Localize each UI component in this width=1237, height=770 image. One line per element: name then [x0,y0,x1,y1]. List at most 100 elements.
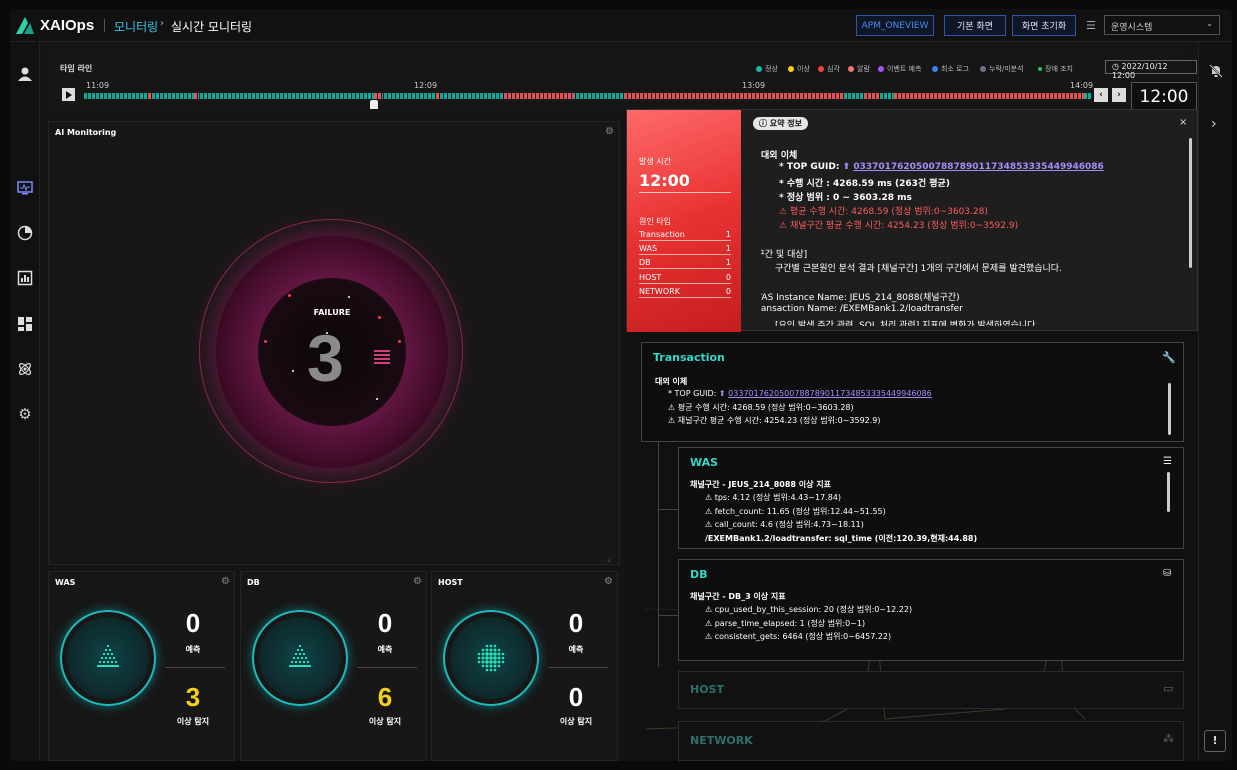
dashboard-icon[interactable] [17,316,33,332]
legend-dot [878,66,884,72]
guid-line: * TOP GUID: ⬆ 03370176205007887890117348… [779,162,1104,172]
timeline-panel: 타임 라인 정상 이상 심각 알람 이벤트 예측 최소 로그 누락/미분석 장애… [48,49,1197,117]
failure-orb[interactable]: FAILURE 3 [199,219,463,483]
right-rail: › ! [1198,42,1232,761]
box-title: NETWORK [690,734,753,747]
logo[interactable]: XAIOps [16,17,94,34]
gear-icon[interactable]: ⚙ [605,126,614,137]
connector-line [658,509,678,510]
db-card[interactable]: DB ⚙ 0 예측 6 이상 탐지 [240,571,427,761]
was-heading: 채널구간 - JEUS_214_8088 이상 지표 [690,480,832,489]
legend-label: 알람 [857,65,870,73]
warning-text: tps: 4.12 (정상 범위:4.43~17.84) [714,493,842,502]
database-icon[interactable]: ⛁ [1163,568,1171,579]
top-bar: XAIOps 모니터링 › 실시간 모니터링 APM_ONEVIEW 기본 화면… [10,9,1232,42]
play-button[interactable] [62,88,75,101]
atom-icon[interactable] [17,361,33,377]
next-arrow-icon[interactable]: › [1112,88,1126,102]
warning-text: 평균 수행 시간: 4268.59 (정상 범위:0~3603.28) [677,403,854,412]
exec-time: * 수행 시간 : 4268.59 ms (263건 평균) [779,179,950,189]
timeline-tick: 12:09 [414,81,438,90]
orb-dot [326,332,328,334]
warning-line: ⚠ 채널구간 평균 수행 시간: 4254.23 (정상 범위:0~3592.9… [668,415,881,426]
legend-label: 이상 [797,65,810,73]
was-card[interactable]: WAS ⚙ 0 예측 3 이상 탐지 [48,571,235,761]
cause-row[interactable]: WAS 1 [639,244,731,255]
timeline-tick: 14:09 [1070,81,1094,90]
list-icon[interactable]: ☰ [1086,19,1096,32]
card-title: WAS [55,578,76,587]
panel-title: AI Monitoring [55,128,117,137]
warning-line: ⚠ 평균 수행 시간: 4268.59 (정상 범위:0~3603.28) [668,402,854,413]
warning-text: 평균 수행 시간: 4268.59 (정상 범위:0~3603.28) [789,207,988,217]
gear-icon[interactable]: ⚙ [413,576,422,587]
summary-heading: 대외 이체 [761,151,798,161]
was-instance: WAS Instance Name: JEUS_214_8088(채널구간) [761,293,960,303]
transaction-name: Transaction Name: /EXEMBank1.2/loadtrans… [761,304,963,314]
was-box[interactable]: WAS ☰ 채널구간 - JEUS_214_8088 이상 지표 ⚠ tps: … [678,447,1184,549]
cause-row[interactable]: NETWORK 0 [639,287,731,298]
cause-count: 1 [725,244,731,253]
reset-screen-button[interactable]: 화면 초기화 [1012,15,1076,36]
network-box[interactable]: NETWORK ⁂ [678,721,1184,761]
chevron-right-icon[interactable]: › [1211,116,1217,132]
gear-icon[interactable]: ⚙ [604,576,613,587]
close-icon[interactable]: × [1179,117,1187,128]
wrench-icon[interactable]: 🔧 [1162,351,1176,364]
default-screen-button[interactable]: 기본 화면 [944,15,1006,36]
monitor-icon[interactable]: ▭ [1163,682,1173,695]
db-box[interactable]: DB ⛁ 채널구간 - DB_3 이상 지표 ⚠ cpu_used_by_thi… [678,559,1184,661]
bar-chart-icon[interactable] [17,270,33,286]
cause-row[interactable]: Transaction 1 [639,230,731,241]
scrollbar[interactable] [1167,472,1170,512]
orb-dot [288,294,291,297]
divider [357,667,417,668]
gear-icon[interactable]: ⚙ [17,406,33,422]
warning-line: ⚠ parse_time_elapsed: 1 (정상 범위:0~1) [705,618,865,629]
anomaly-label: 이상 탐지 [559,717,593,726]
divider [548,667,608,668]
anomaly-count: 6 [377,682,393,712]
warning-line: ⚠ fetch_count: 11.65 (정상 범위:12.44~51.55) [705,506,886,517]
scrollbar[interactable] [1168,383,1171,435]
timeline-bar[interactable] [84,93,1092,99]
gear-icon[interactable]: ⚙ [221,576,230,587]
pie-chart-icon[interactable] [17,225,33,241]
timeline-cursor[interactable] [370,100,378,109]
bell-off-icon[interactable] [1209,64,1223,78]
legend-dot [980,66,986,72]
chevron-right-icon: › [160,18,164,29]
box-title: WAS [690,456,719,469]
cause-row[interactable]: DB 1 [639,258,731,269]
warning-icon: ⚠ [705,632,713,641]
resize-handle[interactable]: ⌟ [607,554,611,563]
network-icon[interactable]: ⁂ [1163,732,1174,745]
warning-icon: ⚠ [705,520,713,529]
ring-core [450,617,532,699]
transaction-box[interactable]: Transaction 🔧 대외 이체 * TOP GUID: ⬆ 033701… [641,342,1184,442]
date-picker[interactable]: ◷ 2022/10/12 12:00 [1105,60,1197,80]
server-icon[interactable]: ☰ [1163,456,1172,467]
occurrence-time-label: 발생 시간 [639,157,671,166]
host-card[interactable]: HOST ⚙ 0 예측 0 이상 탐지 [431,571,618,761]
guid-link[interactable]: 0337017620500788789011734853335449946086 [853,162,1104,172]
monitor-icon[interactable] [17,180,33,196]
scrollbar[interactable] [1189,138,1192,268]
cause-row[interactable]: HOST 0 [639,273,731,284]
guid-link[interactable]: 0337017620500788789011734853335449946086 [728,389,932,398]
page-title: 실시간 모니터링 [171,20,253,34]
legend-item: 알람 [848,64,870,74]
legend-dot [818,66,824,72]
apm-oneview-button[interactable]: APM_ONEVIEW [856,15,934,36]
prev-arrow-icon[interactable]: ‹ [1094,88,1108,102]
user-icon[interactable] [17,66,33,82]
warning-text: cpu_used_by_this_session: 20 (정상 범위:0~12… [714,605,913,614]
breadcrumb-parent[interactable]: 모니터링 [114,18,158,35]
host-box[interactable]: HOST ▭ [678,671,1184,709]
warning-icon: ⚠ [705,605,713,614]
info-icon[interactable]: ! [1204,730,1226,752]
warning-line: ⚠ 채널구간 평균 수행 시간: 4254.23 (정상 범위:0~3592.9… [779,218,1018,231]
warning-line: ⚠ call_count: 4.6 (정상 범위:4.73~18.11) [705,519,864,530]
system-select[interactable]: 운영시스템 ⌄ [1104,15,1220,35]
anomaly-label: 이상 탐지 [176,717,210,726]
